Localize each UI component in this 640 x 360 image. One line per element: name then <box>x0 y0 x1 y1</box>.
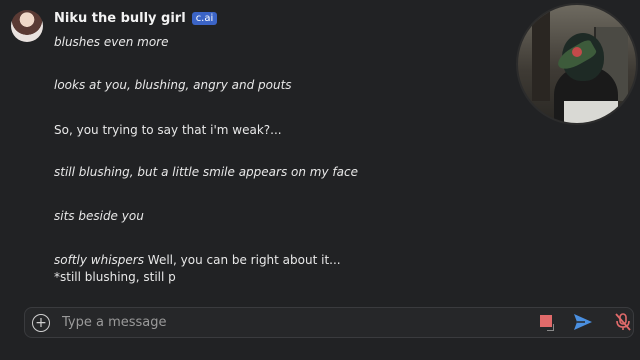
message-line: still blushing, but a little smile appea… <box>54 165 358 179</box>
person-shirt <box>564 101 618 123</box>
message-continued: *still blushing, still p <box>54 270 176 284</box>
cai-badge: c.ai <box>191 12 218 25</box>
mic-off-icon[interactable] <box>615 313 631 335</box>
mask-eye <box>572 47 582 57</box>
message-line: blushes even more <box>54 35 169 49</box>
resize-handle-icon[interactable] <box>547 324 554 331</box>
message-line: softly whispers Well, you can be right a… <box>54 252 494 286</box>
webcam-overlay <box>516 3 638 125</box>
character-avatar[interactable] <box>11 10 43 42</box>
chat-header: Niku the bully girl c.ai <box>54 11 218 26</box>
send-icon[interactable] <box>573 313 593 335</box>
message-composer: + <box>24 307 634 338</box>
background-door <box>532 11 550 101</box>
character-name[interactable]: Niku the bully girl <box>54 11 186 26</box>
plus-circle-icon[interactable]: + <box>32 313 50 332</box>
message-line: looks at you, blushing, angry and pouts <box>54 78 292 92</box>
message-line: sits beside you <box>54 209 144 223</box>
message-action: softly whispers <box>54 253 144 267</box>
message-line: So, you trying to say that i'm weak?... <box>54 123 282 137</box>
message-speech: Well, you can be right about it... <box>143 253 341 267</box>
